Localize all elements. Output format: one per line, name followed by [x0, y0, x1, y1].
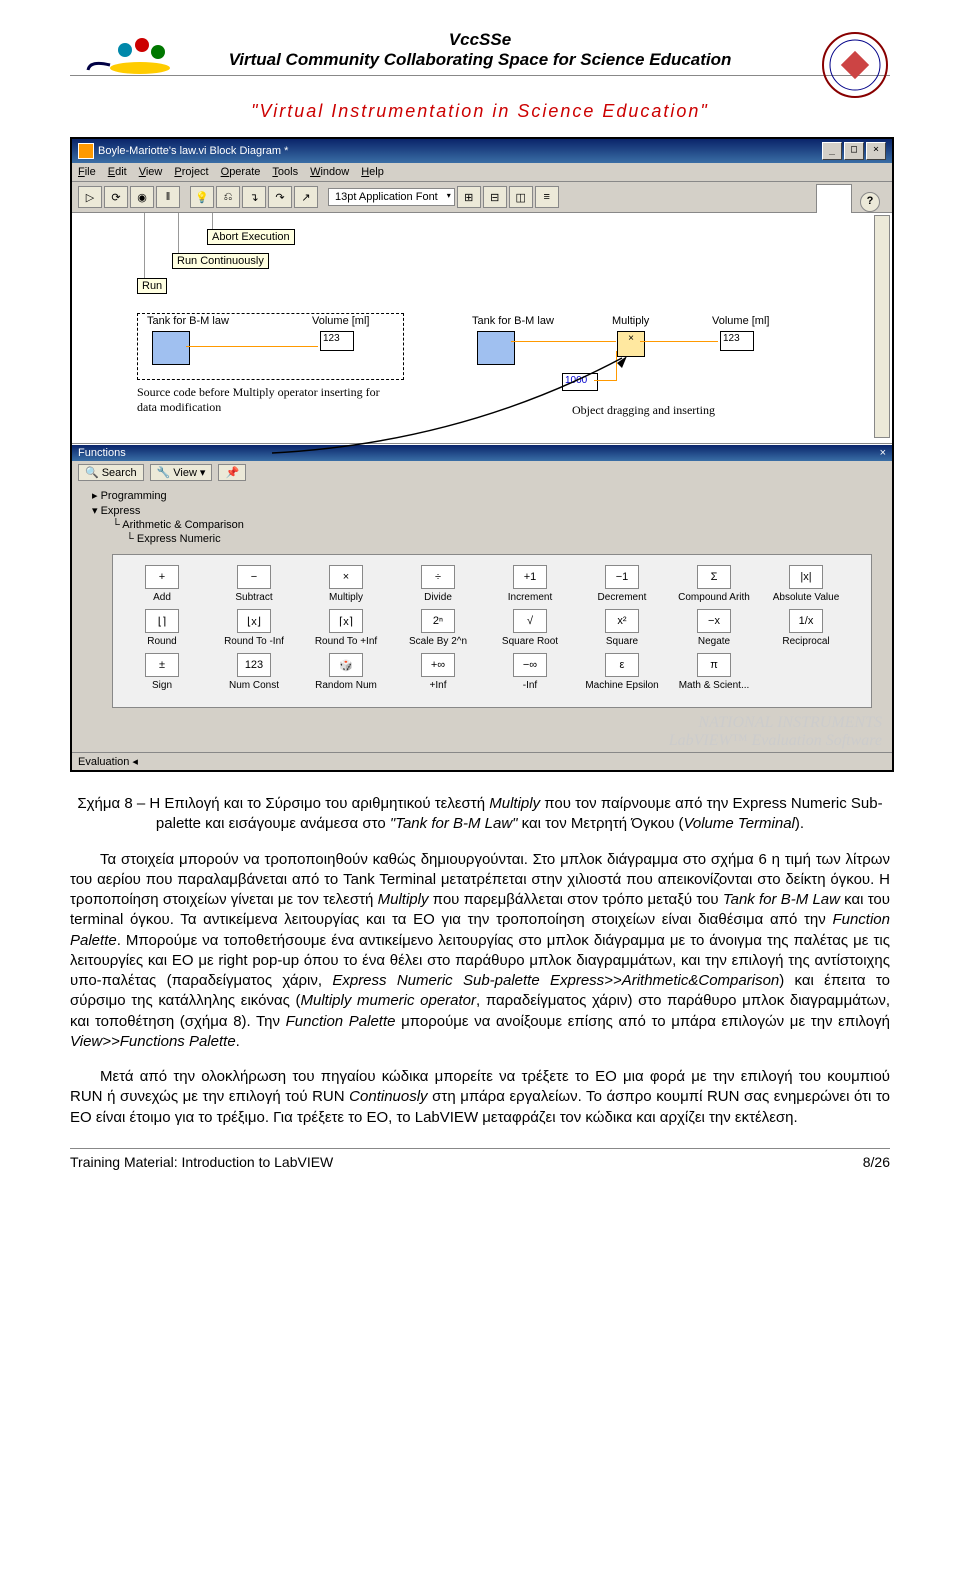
statusbar: Evaluation ◂ [72, 752, 892, 770]
label-volume1: Volume [ml] [312, 315, 369, 327]
node-tank1[interactable] [152, 331, 190, 365]
palette-item-divide[interactable]: ÷Divide [397, 565, 479, 603]
tooltip-run-cont: Run Continuously [172, 253, 269, 269]
node-tank2[interactable] [477, 331, 515, 365]
menu-help[interactable]: Help [361, 166, 384, 178]
logo-right [820, 30, 890, 100]
maximize-button[interactable]: □ [844, 142, 864, 160]
label-tank2: Tank for B-M law [472, 315, 554, 327]
label-volume2: Volume [ml] [712, 315, 769, 327]
menu-file[interactable]: File [78, 166, 96, 178]
palette-item-compound-arith[interactable]: ΣCompound Arith [673, 565, 755, 603]
menu-project[interactable]: Project [174, 166, 208, 178]
tree-arith[interactable]: └ Arithmetic & Comparison [92, 518, 872, 532]
titlebar: Boyle-Mariotte's law.vi Block Diagram * … [72, 139, 892, 163]
menu-tools[interactable]: Tools [272, 166, 298, 178]
palette-item-sign[interactable]: ±Sign [121, 653, 203, 691]
palette-item-absolute-value[interactable]: |x|Absolute Value [765, 565, 847, 603]
menu-operate[interactable]: Operate [221, 166, 261, 178]
label-multiply: Multiply [612, 315, 649, 327]
step-into-button[interactable]: ↴ [242, 186, 266, 208]
toolbar: ▷ ⟳ ◉ ‖ 💡 ⎌ ↴ ↷ ↗ 13pt Application Font … [72, 182, 892, 213]
palette-item-decrement[interactable]: −1Decrement [581, 565, 663, 603]
caption-left: Source code before Multiply operator ins… [137, 385, 387, 415]
font-dropdown[interactable]: 13pt Application Font [328, 188, 455, 206]
minimize-button[interactable]: _ [822, 142, 842, 160]
palette-item-num-const[interactable]: 123Num Const [213, 653, 295, 691]
highlight-button[interactable]: 💡 [190, 186, 214, 208]
palette-item-round[interactable]: ⌊⌉Round [121, 609, 203, 647]
functions-close-icon[interactable]: × [880, 447, 886, 459]
retain-button[interactable]: ⎌ [216, 186, 240, 208]
vertical-scrollbar[interactable] [874, 215, 890, 438]
node-const1000[interactable]: 1000 [562, 373, 598, 391]
palette-item-negate[interactable]: −xNegate [673, 609, 755, 647]
help-button[interactable]: ? [860, 192, 880, 212]
search-button[interactable]: 🔍 Search [78, 464, 144, 481]
menu-view[interactable]: View [139, 166, 163, 178]
palette-item--inf[interactable]: +∞+Inf [397, 653, 479, 691]
reorder-button[interactable]: ≡ [535, 186, 559, 208]
menu-window[interactable]: Window [310, 166, 349, 178]
palette-tree: ▸ Programming ▾ Express └ Arithmetic & C… [72, 484, 892, 550]
tree-express[interactable]: ▾ Express [92, 503, 872, 518]
node-volume1[interactable]: 123 [320, 331, 354, 351]
block-diagram-canvas[interactable]: Abort Execution Run Continuously Run Tan… [72, 213, 892, 444]
abort-button[interactable]: ◉ [130, 186, 154, 208]
menu-edit[interactable]: Edit [108, 166, 127, 178]
body-text: Σχήμα 8 – Η Επιλογή και το Σύρσιμο του α… [70, 794, 890, 1128]
palette-item-increment[interactable]: +1Increment [489, 565, 571, 603]
palette-item-round-to-inf[interactable]: ⌈x⌉Round To +Inf [305, 609, 387, 647]
node-multiply[interactable]: × [617, 331, 645, 357]
palette-item-round-to-inf[interactable]: ⌊x⌋Round To -Inf [213, 609, 295, 647]
menubar: File Edit View Project Operate Tools Win… [72, 163, 892, 182]
close-button[interactable]: × [866, 142, 886, 160]
header-subtitle: "Virtual Instrumentation in Science Educ… [70, 101, 890, 122]
app-icon [78, 143, 94, 159]
logo-left [70, 30, 180, 85]
resize-button[interactable]: ◫ [509, 186, 533, 208]
palette-item-math-scient-[interactable]: πMath & Scient... [673, 653, 755, 691]
palette-item-scale-by-2-n[interactable]: 2ⁿScale By 2^n [397, 609, 479, 647]
caption-right: Object dragging and inserting [572, 403, 715, 418]
view-button[interactable]: 🔧 View ▾ [150, 464, 213, 481]
functions-title: Functions [78, 447, 126, 459]
footer-left: Training Material: Introduction to LabVI… [70, 1154, 333, 1170]
palette-grid: +Add −Subtract ×Multiply ÷Divide +1Increment… [112, 554, 872, 708]
tree-expnum[interactable]: └ Express Numeric [92, 532, 872, 546]
palette-item-machine-epsilon[interactable]: εMachine Epsilon [581, 653, 663, 691]
palette-item-random-num[interactable]: 🎲Random Num [305, 653, 387, 691]
pause-button[interactable]: ‖ [156, 186, 180, 208]
run-continuous-button[interactable]: ⟳ [104, 186, 128, 208]
node-volume2[interactable]: 123 [720, 331, 754, 351]
palette-item-multiply[interactable]: ×Multiply [305, 565, 387, 603]
tooltip-abort: Abort Execution [207, 229, 295, 245]
step-out-button[interactable]: ↗ [294, 186, 318, 208]
label-tank1: Tank for B-M law [147, 315, 229, 327]
palette-item-square[interactable]: x²Square [581, 609, 663, 647]
footer-page: 8/26 [863, 1154, 890, 1170]
align-button[interactable]: ⊞ [457, 186, 481, 208]
functions-palette: Functions × 🔍 Search 🔧 View ▾ 📌 ▸ Progra… [72, 444, 892, 752]
palette-item-subtract[interactable]: −Subtract [213, 565, 295, 603]
palette-item-square-root[interactable]: √Square Root [489, 609, 571, 647]
labview-window: Boyle-Mariotte's law.vi Block Diagram * … [70, 137, 894, 772]
distribute-button[interactable]: ⊟ [483, 186, 507, 208]
tooltip-run: Run [137, 278, 167, 294]
step-over-button[interactable]: ↷ [268, 186, 292, 208]
palette-item-add[interactable]: +Add [121, 565, 203, 603]
palette-item--inf[interactable]: −∞-Inf [489, 653, 571, 691]
watermark: NATIONAL INSTRUMENTS LabVIEW™ Evaluation… [72, 712, 892, 752]
window-title: Boyle-Mariotte's law.vi Block Diagram * [98, 145, 288, 157]
pin-button[interactable]: 📌 [218, 464, 246, 481]
footer: Training Material: Introduction to LabVI… [70, 1148, 890, 1170]
palette-item-reciprocal[interactable]: 1/xReciprocal [765, 609, 847, 647]
run-button[interactable]: ▷ [78, 186, 102, 208]
tree-programming[interactable]: ▸ Programming [92, 488, 872, 503]
